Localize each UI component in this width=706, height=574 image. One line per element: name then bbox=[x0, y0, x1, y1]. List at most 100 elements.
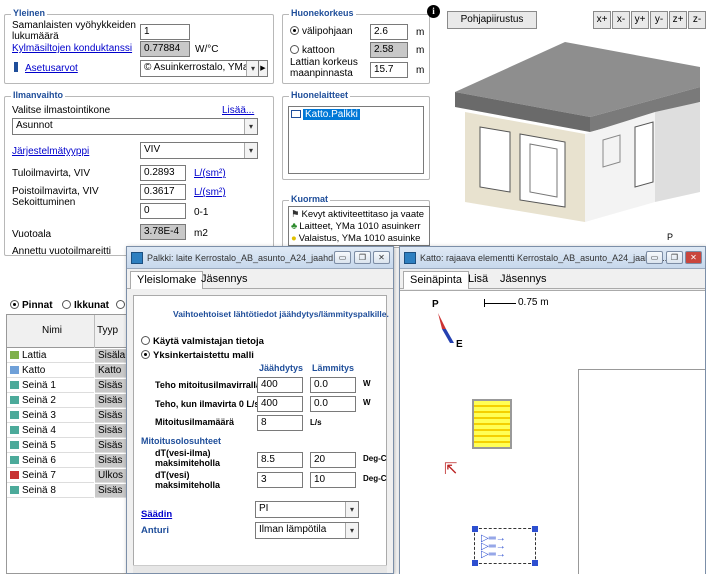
leak-input[interactable]: 3.78E-4 bbox=[140, 224, 186, 240]
ceiling-canvas[interactable]: P 0.75 m E ⇱ ▷═→ ▷═→ ▷═→ bbox=[400, 290, 705, 574]
floor-height-input[interactable]: 2.6 bbox=[370, 24, 408, 40]
ground-height-input[interactable]: 15.7 bbox=[370, 62, 408, 78]
settings-select[interactable]: © Asuinkerrostalo, YMa ▾ bbox=[140, 60, 260, 77]
filter-windows[interactable]: Ikkunat bbox=[62, 300, 109, 311]
tab-ceiling-structure[interactable]: Jäsennys bbox=[494, 271, 552, 289]
rated-cool-input[interactable]: 400 bbox=[257, 377, 303, 393]
conductance-link[interactable]: Kylmäsiltojen konduktanssi bbox=[12, 43, 132, 54]
supply-device-icon[interactable]: ▷═→ ▷═→ ▷═→ bbox=[472, 526, 538, 566]
dt-water-cool-input[interactable]: 3 bbox=[257, 472, 303, 488]
table-row[interactable]: Seinä 2 Sisäs bbox=[7, 394, 135, 408]
controller-link[interactable]: Säädin bbox=[141, 509, 172, 520]
sensor-dropdown-icon[interactable]: ▾ bbox=[345, 523, 358, 538]
supply-unit[interactable]: L/(sm²) bbox=[194, 168, 226, 179]
row-name-cell[interactable]: Seinä 7 bbox=[7, 469, 94, 483]
system-dropdown-icon[interactable]: ▾ bbox=[244, 143, 257, 158]
filter-surfaces[interactable]: Pinnat bbox=[10, 300, 53, 311]
sensor-select[interactable]: Ilman lämpötila ▾ bbox=[255, 522, 359, 539]
opt-simple[interactable]: Yksinkertaistettu malli bbox=[141, 350, 254, 361]
device-item[interactable]: Katto.Palkki bbox=[291, 109, 360, 120]
opt-ready[interactable]: Käytä valmistajan tietoja bbox=[141, 336, 264, 347]
ceiling-beam-icon[interactable] bbox=[472, 399, 512, 449]
table-row[interactable]: Katto Katto bbox=[7, 364, 135, 378]
view-button-2[interactable]: y+ bbox=[631, 11, 649, 29]
row-name-cell[interactable]: Seinä 4 bbox=[7, 424, 94, 438]
roof-height-input[interactable]: 2.58 bbox=[370, 42, 408, 58]
handle-tr[interactable] bbox=[532, 526, 538, 532]
filter-more-radio[interactable] bbox=[116, 300, 125, 309]
conductance-input[interactable]: 0.77884 bbox=[140, 41, 190, 57]
view-button-5[interactable]: z- bbox=[688, 11, 706, 29]
filter-windows-radio[interactable] bbox=[62, 300, 71, 309]
row-name-cell[interactable]: Seinä 8 bbox=[7, 484, 94, 498]
row-name-cell[interactable]: Seinä 1 bbox=[7, 379, 94, 393]
zero-heat-input[interactable]: 0.0 bbox=[310, 396, 356, 412]
filter-surfaces-radio[interactable] bbox=[10, 300, 19, 309]
row-name-cell[interactable]: Seinä 5 bbox=[7, 439, 94, 453]
view-button-1[interactable]: x- bbox=[612, 11, 630, 29]
tab-wall-surface[interactable]: Seinäpinta bbox=[403, 271, 469, 289]
ceiling-window-titlebar[interactable]: Katto: rajaava elementti Kerrostalo_AB_a… bbox=[400, 247, 705, 269]
controller-select[interactable]: PI ▾ bbox=[255, 501, 359, 518]
controller-dropdown-icon[interactable]: ▾ bbox=[345, 502, 358, 517]
roof-radio-icon[interactable] bbox=[290, 45, 299, 54]
table-row[interactable]: Seinä 8 Sisäs bbox=[7, 484, 135, 498]
table-row[interactable]: Seinä 5 Sisäs bbox=[7, 439, 135, 453]
dt-water-heat-input[interactable]: 10 bbox=[310, 472, 356, 488]
row-name-cell[interactable]: Seinä 3 bbox=[7, 409, 94, 423]
exhaust-input[interactable]: 0.3617 bbox=[140, 184, 186, 200]
exhaust-unit[interactable]: L/(sm²) bbox=[194, 187, 226, 198]
climate-dropdown-icon[interactable]: ▾ bbox=[244, 119, 257, 134]
dt-air-heat-input[interactable]: 20 bbox=[310, 452, 356, 468]
airflow-input[interactable]: 8 bbox=[257, 415, 303, 431]
handle-br[interactable] bbox=[532, 560, 538, 566]
tab-extra[interactable]: Lisä bbox=[462, 271, 494, 289]
climate-select[interactable]: Asunnot ▾ bbox=[12, 118, 258, 135]
settings-next-icon[interactable]: ▶ bbox=[258, 60, 268, 77]
opt-simple-radio[interactable] bbox=[141, 350, 150, 359]
floor-radio-icon[interactable] bbox=[290, 26, 299, 35]
more-link[interactable]: Lisää... bbox=[222, 105, 254, 116]
rated-heat-input[interactable]: 0.0 bbox=[310, 377, 356, 393]
system-link[interactable]: Järjestelmätyyppi bbox=[12, 146, 89, 157]
minimize-button[interactable]: ▭ bbox=[334, 251, 351, 264]
handle-bl[interactable] bbox=[472, 560, 478, 566]
header-name[interactable]: Nimi bbox=[42, 325, 62, 336]
row-name-cell[interactable]: Seinä 6 bbox=[7, 454, 94, 468]
view-button-4[interactable]: z+ bbox=[669, 11, 687, 29]
table-row[interactable]: Seinä 6 Sisäs bbox=[7, 454, 135, 468]
3d-view[interactable]: P bbox=[445, 32, 706, 244]
table-row[interactable]: Seinä 7 Ulkos bbox=[7, 469, 135, 483]
loads-list[interactable]: ⚑ Kevyt aktiviteettitaso ja vaate ♣ Laittee… bbox=[288, 206, 430, 246]
view-button-0[interactable]: x+ bbox=[593, 11, 611, 29]
view-button-3[interactable]: y- bbox=[650, 11, 668, 29]
load-item[interactable]: ⚑ Kevyt aktiviteettitaso ja vaate bbox=[291, 209, 424, 220]
info-icon[interactable]: i bbox=[427, 5, 440, 18]
dt-air-cool-input[interactable]: 8.5 bbox=[257, 452, 303, 468]
mixing-input[interactable]: 0 bbox=[140, 203, 186, 219]
table-row[interactable]: Seinä 1 Sisäs bbox=[7, 379, 135, 393]
spaces-input[interactable]: 1 bbox=[140, 24, 190, 40]
plan-button[interactable]: Pohjapiirustus bbox=[447, 11, 537, 29]
beam-scrollbar[interactable] bbox=[133, 565, 387, 573]
restore-button[interactable]: ❐ bbox=[354, 251, 371, 264]
roof-radio[interactable]: kattoon bbox=[290, 45, 335, 56]
tab-general[interactable]: Yleislomake bbox=[130, 271, 204, 289]
beam-window-titlebar[interactable]: Palkki: laite Kerrostalo_AB_asunto_A24_j… bbox=[127, 247, 393, 269]
system-select[interactable]: VIV ▾ bbox=[140, 142, 258, 159]
opt-ready-radio[interactable] bbox=[141, 336, 150, 345]
supply-input[interactable]: 0.2893 bbox=[140, 165, 186, 181]
table-row[interactable]: Seinä 3 Sisäs bbox=[7, 409, 135, 423]
row-name-cell[interactable]: Lattia bbox=[7, 349, 94, 363]
load-item[interactable]: ♣ Laitteet, YMa 1010 asuinkerr bbox=[291, 221, 421, 232]
ceiling-close-button[interactable]: ✕ bbox=[685, 251, 702, 264]
row-name-cell[interactable]: Katto bbox=[7, 364, 94, 378]
ceiling-restore-button[interactable]: ❐ bbox=[666, 251, 683, 264]
load-item[interactable]: ● Valaistus, YMa 1010 asuinke bbox=[291, 233, 420, 244]
row-name-cell[interactable]: Seinä 2 bbox=[7, 394, 94, 408]
floor-radio[interactable]: välipohjaan bbox=[290, 26, 353, 37]
header-type[interactable]: Tyyp bbox=[97, 325, 118, 336]
handle-tl[interactable] bbox=[472, 526, 478, 532]
table-row[interactable]: Seinä 4 Sisäs bbox=[7, 424, 135, 438]
table-row[interactable]: Lattia Sisäla bbox=[7, 349, 135, 363]
